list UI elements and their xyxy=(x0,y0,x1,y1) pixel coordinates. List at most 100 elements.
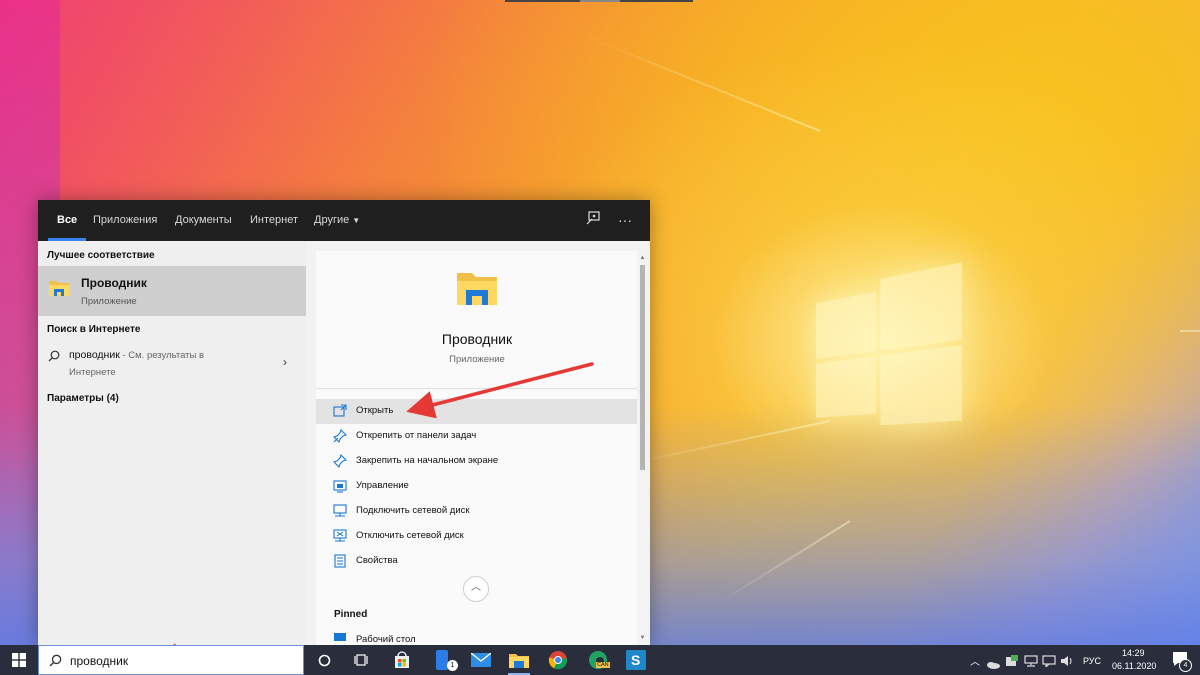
start-button[interactable] xyxy=(0,645,38,675)
details-divider xyxy=(316,388,638,389)
results-column: Лучшее соответствие Проводник Приложение… xyxy=(38,241,306,645)
action-unpin-taskbar[interactable]: Открепить от панели задач xyxy=(316,424,638,449)
volume-icon[interactable] xyxy=(1060,654,1074,672)
windows-start-icon xyxy=(12,653,26,667)
store-button[interactable] xyxy=(390,645,414,675)
action-pin-start[interactable]: Закрепить на начальном экране xyxy=(316,449,638,474)
search-tabs-bar: Все Приложения Документы Интернет Другие… xyxy=(38,200,650,241)
action-disconnect-drive[interactable]: Отключить сетевой диск xyxy=(316,524,638,549)
tab-more[interactable]: Другие ▼ xyxy=(314,200,360,241)
details-scrollbar[interactable]: ▲ ▼ xyxy=(637,251,648,645)
action-manage-label: Управление xyxy=(356,480,409,491)
pinned-heading: Pinned xyxy=(334,609,368,620)
action-map-drive-label: Подключить сетевой диск xyxy=(356,505,470,516)
action-map-drive[interactable]: Подключить сетевой диск xyxy=(316,499,638,524)
details-pane: Проводник Приложение Открыть Открепить о… xyxy=(316,251,638,645)
pin-start-icon xyxy=(332,453,348,469)
phone-icon xyxy=(436,650,448,670)
details-app-type: Приложение xyxy=(449,354,505,365)
taskbar-search-query: проводник xyxy=(70,654,129,668)
search-icon xyxy=(49,654,62,667)
action-properties-label: Свойства xyxy=(356,555,398,566)
collapse-actions-button[interactable]: ︿ xyxy=(463,576,489,602)
scroll-up-icon[interactable]: ▲ xyxy=(638,253,647,263)
action-disconnect-label: Отключить сетевой диск xyxy=(356,530,464,541)
properties-icon xyxy=(333,554,347,568)
disconnect-drive-icon xyxy=(333,529,347,543)
tab-more-label: Другие xyxy=(314,214,350,226)
onedrive-icon[interactable] xyxy=(986,656,1000,674)
scroll-thumb[interactable] xyxy=(640,265,645,470)
snagit-button[interactable]: S xyxy=(624,645,648,675)
web-search-heading: Поиск в Интернете xyxy=(47,324,141,335)
file-explorer-icon xyxy=(48,278,70,303)
best-match-name: Проводник xyxy=(81,276,147,290)
feedback-icon[interactable] xyxy=(583,210,603,230)
edge-canary-label: CAN xyxy=(596,662,610,668)
caret-down-icon: ▼ xyxy=(352,216,361,225)
chevron-right-icon: › xyxy=(283,355,287,369)
snagit-icon: S xyxy=(626,650,646,670)
file-explorer-large-icon xyxy=(455,269,499,314)
chrome-icon xyxy=(548,651,568,670)
mail-button[interactable] xyxy=(469,645,493,675)
web-suffix-line1: - См. результаты в xyxy=(119,350,205,361)
tab-web[interactable]: Интернет xyxy=(250,200,298,241)
tab-all[interactable]: Все xyxy=(47,200,87,241)
details-app-name: Проводник xyxy=(441,331,513,347)
chrome-button[interactable] xyxy=(546,645,570,675)
edge-canary-button[interactable]: CAN xyxy=(585,645,611,675)
phone-app-button[interactable]: 1 xyxy=(430,645,460,675)
map-drive-icon xyxy=(333,504,347,518)
action-open[interactable]: Открыть xyxy=(316,399,638,424)
notification-count: 4 xyxy=(1179,659,1192,672)
taskbar-search-box[interactable]: проводник xyxy=(38,645,304,675)
language-indicator[interactable]: РУС xyxy=(1083,656,1101,666)
network-icon[interactable] xyxy=(1024,654,1038,672)
task-view-button[interactable] xyxy=(350,645,372,675)
phone-badge: 1 xyxy=(447,660,458,671)
cortana-button[interactable] xyxy=(314,645,336,675)
action-open-label: Открыть xyxy=(356,405,394,416)
store-icon xyxy=(395,651,409,668)
web-suffix-line2: Интернете xyxy=(69,367,116,378)
clock-date: 06.11.2020 xyxy=(1112,661,1157,671)
settings-section-heading[interactable]: Параметры (4) xyxy=(47,393,119,404)
top-window-edge xyxy=(505,0,693,2)
tab-apps[interactable]: Приложения xyxy=(93,200,157,241)
pinned-item-desktop[interactable]: Рабочий стол xyxy=(334,633,534,645)
taskbar: проводник 1 CAN S ︿ РУС 14:29 06.11.2020 xyxy=(0,645,1200,675)
mail-icon xyxy=(471,653,491,667)
file-explorer-taskbar-button[interactable] xyxy=(506,645,532,675)
search-icon xyxy=(48,349,60,367)
action-pin-start-label: Закрепить на начальном экране xyxy=(356,455,499,466)
open-icon xyxy=(333,404,347,418)
manage-icon xyxy=(333,479,347,493)
action-properties[interactable]: Свойства xyxy=(316,549,638,574)
tab-documents[interactable]: Документы xyxy=(175,200,232,241)
web-query: проводник xyxy=(69,349,120,361)
pinned-item-label: Рабочий стол xyxy=(356,634,416,645)
tray-chevron-up-icon[interactable]: ︿ xyxy=(970,653,980,668)
more-icon[interactable]: ··· xyxy=(615,210,635,230)
clock-time: 14:29 xyxy=(1122,648,1145,658)
security-icon[interactable] xyxy=(1006,654,1018,672)
svg-text:S: S xyxy=(631,652,640,668)
file-explorer-icon xyxy=(509,654,529,668)
action-center-button[interactable]: 4 xyxy=(1172,651,1192,672)
action-manage[interactable]: Управление xyxy=(316,474,638,499)
web-search-result[interactable]: проводник - См. результаты в Интернете › xyxy=(38,345,306,385)
windows-logo xyxy=(815,251,965,426)
scroll-down-icon[interactable]: ▼ xyxy=(638,633,647,643)
task-view-icon xyxy=(354,654,368,666)
chevron-up-icon: ︿ xyxy=(471,582,481,593)
unpin-taskbar-icon xyxy=(332,428,348,444)
best-match-heading: Лучшее соответствие xyxy=(47,250,155,261)
clock[interactable]: 14:29 06.11.2020 xyxy=(1112,647,1156,673)
best-match-item[interactable]: Проводник Приложение xyxy=(38,266,306,316)
cortana-icon xyxy=(318,654,331,667)
best-match-type: Приложение xyxy=(81,296,137,307)
search-panel: Все Приложения Документы Интернет Другие… xyxy=(38,200,650,645)
chat-icon[interactable] xyxy=(1042,654,1056,672)
desktop-icon xyxy=(334,633,346,641)
